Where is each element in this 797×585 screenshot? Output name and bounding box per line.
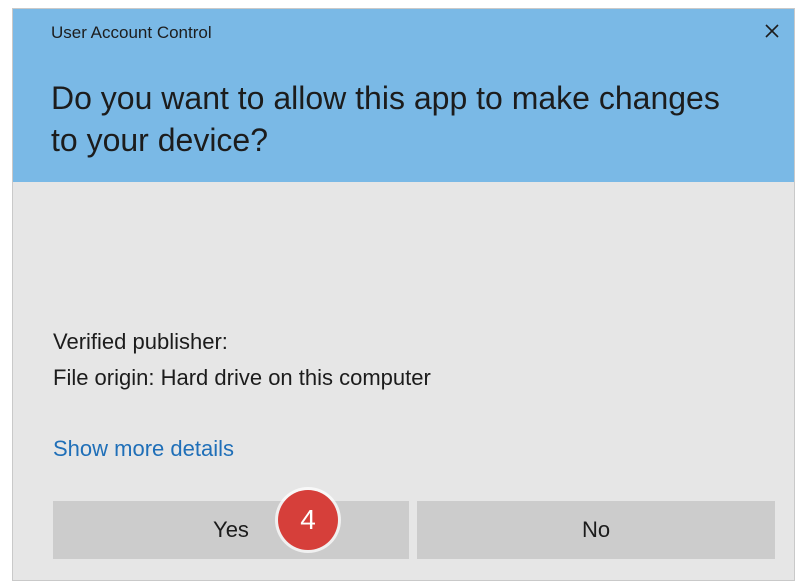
- close-icon: [765, 24, 779, 38]
- dialog-body: Verified publisher: File origin: Hard dr…: [13, 182, 794, 582]
- verified-publisher-label: Verified publisher:: [53, 329, 228, 354]
- show-more-details-link[interactable]: Show more details: [53, 436, 234, 462]
- no-button[interactable]: No: [417, 501, 775, 559]
- dialog-header: User Account Control Do you want to allo…: [13, 9, 794, 182]
- uac-dialog: User Account Control Do you want to allo…: [12, 8, 795, 581]
- window-title: User Account Control: [51, 23, 212, 42]
- dialog-question: Do you want to allow this app to make ch…: [51, 80, 720, 158]
- yes-button[interactable]: Yes: [53, 501, 409, 559]
- close-button[interactable]: [758, 17, 786, 45]
- step-number-badge: 4: [278, 490, 338, 550]
- file-origin-label: File origin: Hard drive on this computer: [53, 365, 431, 390]
